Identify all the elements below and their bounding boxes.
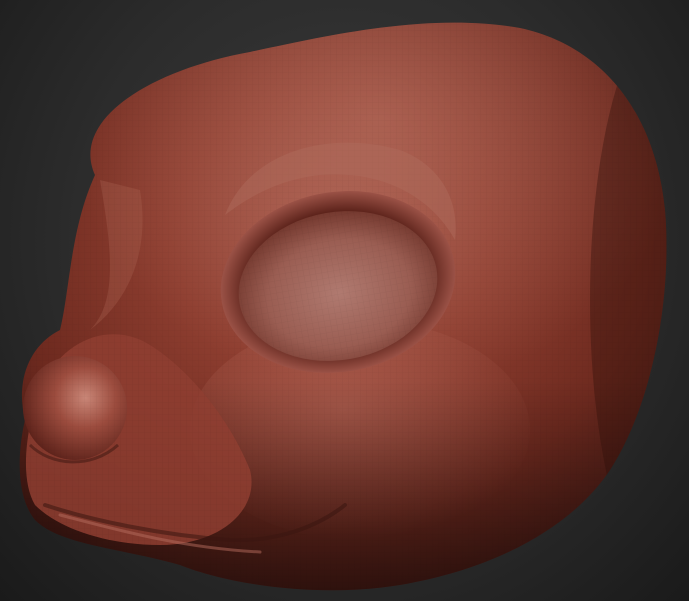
sculpt-render (19, 22, 667, 591)
head-model (19, 22, 667, 591)
sculpt-viewport[interactable] (0, 0, 689, 601)
